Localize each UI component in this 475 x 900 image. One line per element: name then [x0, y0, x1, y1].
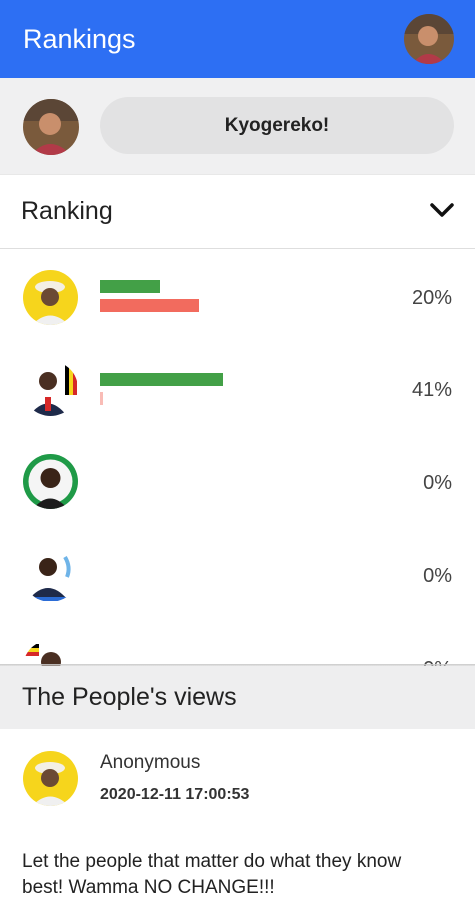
ranking-item[interactable]: 41% [0, 343, 475, 436]
user-avatar-icon[interactable] [404, 14, 454, 64]
user-avatar-icon[interactable] [23, 99, 79, 155]
disapprove-bar [100, 392, 103, 405]
ranking-item[interactable]: 0% [0, 436, 475, 529]
ranking-percent: 0% [423, 472, 452, 494]
candidate-avatar-icon [23, 640, 78, 666]
chevron-down-icon[interactable] [428, 201, 456, 221]
comment-timestamp: 2020-12-11 17:00:53 [100, 786, 250, 803]
ranking-percent: 0% [423, 565, 452, 587]
ranking-item[interactable]: 20% [0, 250, 475, 343]
app-bar: Rankings [0, 0, 475, 78]
ranking-item[interactable]: 0% [0, 529, 475, 622]
approve-bar [100, 373, 223, 386]
candidate-avatar-icon [23, 361, 78, 416]
comment-text: Let the people that matter do what they … [22, 851, 402, 898]
ranking-list[interactable]: 20% 41% 0% 0% [0, 250, 475, 666]
views-section-title: The People's views [22, 683, 237, 711]
approve-bar [100, 280, 160, 293]
ranking-item[interactable]: 0% [0, 622, 475, 666]
candidate-avatar-icon [23, 270, 78, 325]
candidate-avatar-icon [23, 547, 78, 602]
candidate-avatar-icon [23, 454, 78, 509]
kyogereko-button[interactable]: Kyogereko! [100, 97, 454, 154]
comment-author: Anonymous [100, 752, 201, 773]
views-section-header: The People's views [0, 666, 475, 729]
dropdown-label: Ranking [21, 197, 113, 225]
disapprove-bar [100, 299, 199, 312]
comment-card[interactable]: Anonymous 2020-12-11 17:00:53 Let the pe… [0, 729, 475, 900]
ranking-percent: 41% [411, 379, 452, 401]
compose-row: Kyogereko! [0, 78, 475, 174]
commenter-avatar-icon [23, 751, 78, 806]
ranking-percent: 20% [411, 287, 452, 309]
ranking-dropdown[interactable]: Ranking [0, 174, 475, 249]
app-bar-title: Rankings [23, 24, 136, 54]
